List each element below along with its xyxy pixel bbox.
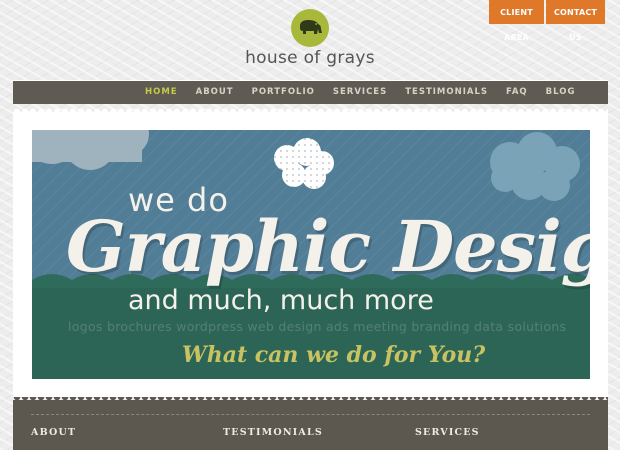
nav-item-about[interactable]: ABOUT xyxy=(196,80,234,104)
footer-heading-testimonials: TESTIMONIALS xyxy=(223,427,323,438)
banner-cta[interactable]: What can we do for You? xyxy=(182,342,485,368)
main-nav: HOME ABOUT PORTFOLIO SERVICES TESTIMONIA… xyxy=(13,80,608,104)
contact-us-button[interactable]: CONTACT US xyxy=(546,0,605,42)
footer-divider xyxy=(31,414,590,415)
nav-list: HOME ABOUT PORTFOLIO SERVICES TESTIMONIA… xyxy=(145,80,593,104)
banner-line-and-more: and much, much more xyxy=(128,285,434,316)
footer: ABOUT TESTIMONIALS SERVICES xyxy=(13,397,608,450)
nav-item-home[interactable]: HOME xyxy=(145,80,178,104)
logo[interactable] xyxy=(291,9,329,47)
nav-item-blog[interactable]: BLOG xyxy=(546,80,576,104)
banner-services-list: logos brochures wordpress web design ads… xyxy=(68,319,567,334)
footer-heading-about: ABOUT xyxy=(31,427,77,438)
footer-heading-services: SERVICES xyxy=(415,427,480,438)
nav-item-faq[interactable]: FAQ xyxy=(506,80,528,104)
nav-item-testimonials[interactable]: TESTIMONIALS xyxy=(405,80,488,104)
hero-banner[interactable]: we do Graphic Design and much, much more… xyxy=(32,130,590,379)
banner-headline: Graphic Design xyxy=(66,205,590,288)
elephant-icon xyxy=(300,20,322,34)
client-area-button[interactable]: CLIENT AREA xyxy=(489,0,544,42)
nav-item-portfolio[interactable]: PORTFOLIO xyxy=(252,80,315,104)
brand-name: house of grays xyxy=(245,48,375,68)
nav-item-services[interactable]: SERVICES xyxy=(333,80,387,104)
